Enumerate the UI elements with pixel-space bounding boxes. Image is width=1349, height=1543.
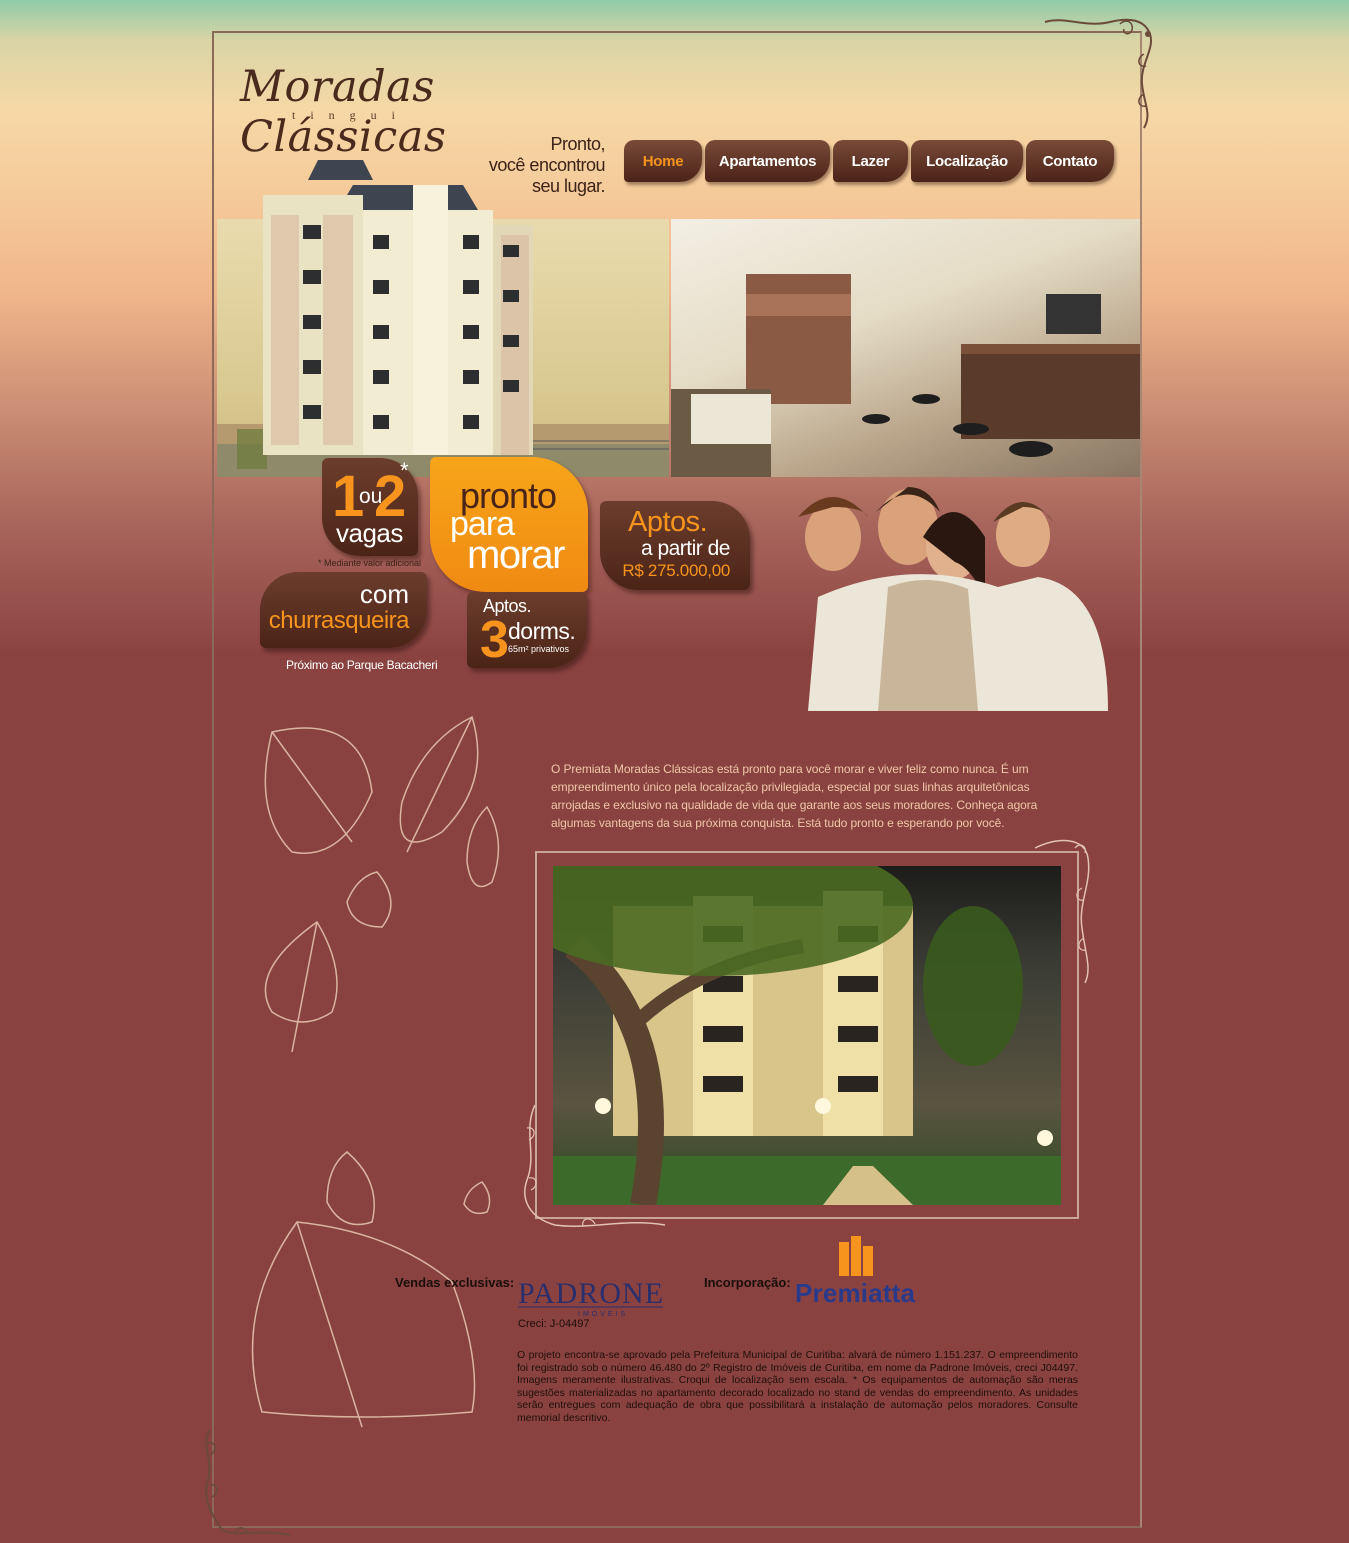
price-from: a partir de [640, 537, 731, 560]
nav-contato[interactable]: Contato [1026, 140, 1114, 182]
ornament-top-right [1044, 18, 1153, 129]
main-nav: Home Apartamentos Lazer Localização Cont… [624, 140, 1114, 184]
night-building-photo [553, 866, 1061, 1205]
building-illustration [263, 160, 533, 455]
bedrooms-badge: Aptos. 3 dorms. 65m² privativos [467, 592, 587, 669]
ready-line-3: morar [467, 533, 565, 577]
parking-badge: 1 ou 2 * vagas [322, 458, 418, 556]
legal-disclaimer: O projeto encontra-se aprovado pela Pref… [517, 1349, 1078, 1424]
sales-label: Vendas exclusivas: [395, 1275, 515, 1290]
site-logo[interactable]: Moradas Clássicas tingui [240, 62, 620, 162]
price-badge: Aptos. a partir de R$ 275.000,00 [600, 501, 750, 590]
intro-text: O Premiata Moradas Clássicas está pronto… [551, 762, 1038, 830]
creci-label: Creci: J-04497 [518, 1318, 590, 1330]
hero-interior-photo [671, 219, 1140, 477]
logo-subtitle: tingui [292, 108, 411, 122]
premiatta-logo[interactable]: Premiatta [795, 1236, 920, 1308]
padrone-name: PADRONE [518, 1277, 663, 1310]
ornament-bottom-left [205, 1429, 291, 1536]
parking-label: vagas [336, 518, 403, 548]
price-value: R$ 275.000,00 [622, 561, 730, 580]
parking-asterisk: * [400, 458, 409, 483]
premiatta-name: Premiatta [795, 1278, 916, 1308]
bedrooms-area: 65m² privativos [508, 644, 570, 654]
ready-to-move-badge: pronto para morar [430, 457, 588, 592]
padrone-sub: IMÓVEIS [578, 1309, 628, 1318]
nav-lazer[interactable]: Lazer [833, 140, 908, 182]
incorporation-label: Incorporação: [704, 1275, 791, 1290]
barbecue-badge: com churrasqueira [260, 572, 427, 648]
parking-note: * Mediante valor adicional [318, 558, 422, 568]
bedrooms-count: 3 [480, 611, 509, 669]
tagline-line: Pronto, [550, 134, 605, 154]
nav-apartamentos[interactable]: Apartamentos [705, 140, 830, 182]
padrone-logo[interactable]: PADRONE IMÓVEIS [518, 1275, 668, 1319]
barbecue-line-2: churrasqueira [268, 607, 410, 634]
location-note: Próximo ao Parque Bacacheri [286, 658, 438, 672]
family-photo [798, 487, 1108, 711]
nav-localizacao[interactable]: Localização [911, 140, 1023, 182]
bedrooms-label: dorms. [508, 618, 576, 644]
nav-home[interactable]: Home [624, 140, 702, 182]
barbecue-line-1: com [359, 579, 409, 609]
price-aptos: Aptos. [628, 506, 708, 538]
leaves-decoration [251, 715, 500, 1428]
